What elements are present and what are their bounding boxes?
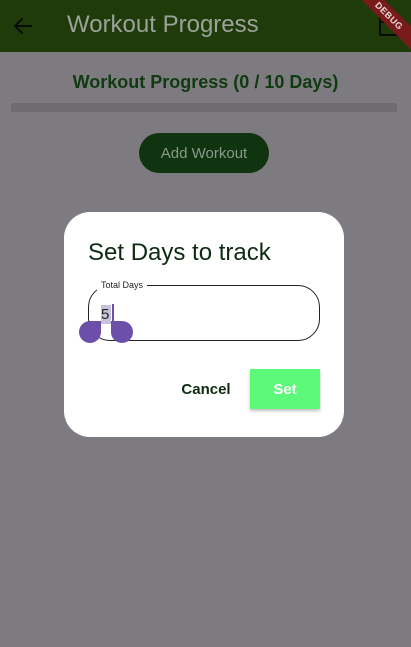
app-bar-title: Workout Progress (67, 11, 259, 38)
selection-handle-end[interactable] (111, 321, 133, 343)
set-days-dialog: Set Days to track Total Days Cancel Set (64, 212, 344, 437)
progress-title: Workout Progress (0 / 10 Days) (72, 72, 339, 92)
back-button[interactable] (9, 12, 37, 40)
app-bar: Workout Progress DEBUG (0, 0, 411, 52)
total-days-label: Total Days (97, 279, 148, 291)
set-button[interactable]: Set (250, 369, 320, 409)
arrow-left-icon (13, 17, 32, 35)
total-days-field[interactable]: Total Days (79, 279, 320, 343)
dialog-title: Set Days to track (88, 239, 271, 266)
selection-handle-start[interactable] (79, 321, 101, 343)
cancel-button[interactable]: Cancel (174, 369, 238, 409)
progress-bar (11, 103, 397, 112)
add-workout-button[interactable]: Add Workout (139, 133, 269, 173)
